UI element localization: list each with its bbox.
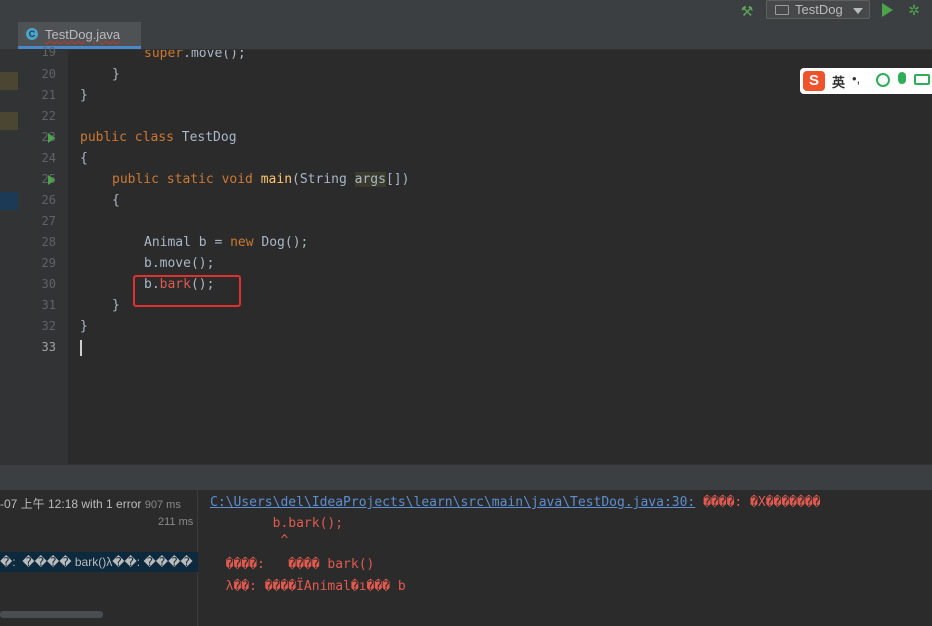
console-line: b.bark(); <box>210 516 344 531</box>
build-result-row[interactable]: -07 上午 12:18 with 1 error 907 ms <box>0 495 181 512</box>
change-marker <box>0 72 18 90</box>
line-number: 19 <box>41 45 56 59</box>
line-number-current: 33 <box>41 340 56 354</box>
line-number: 28 <box>41 235 56 249</box>
ime-language-toggle[interactable]: 英 <box>832 72 845 91</box>
change-marker <box>0 112 18 130</box>
project-tool-strip <box>0 50 18 464</box>
line-number: 22 <box>41 109 56 123</box>
run-configuration-dropdown[interactable]: TestDog <box>766 0 870 19</box>
chevron-down-icon <box>853 8 863 14</box>
run-configuration-label: TestDog <box>795 2 843 17</box>
tab-label: TestDog.java <box>45 27 121 42</box>
console-line: C:\Users\del\IdeaProjects\learn\src\main… <box>210 495 821 510</box>
keyboard-icon[interactable] <box>914 74 930 85</box>
code-line: super.move(); <box>144 50 246 61</box>
sogou-logo-icon[interactable]: S <box>803 71 825 91</box>
ime-punctuation-toggle[interactable]: •, <box>852 71 860 86</box>
application-config-icon <box>775 5 789 15</box>
debug-bug-icon[interactable]: ✲ <box>905 1 923 19</box>
build-console-output[interactable]: C:\Users\del\IdeaProjects\learn\src\main… <box>198 490 932 626</box>
selection-marker <box>0 192 18 210</box>
top-toolbar: ⚒ TestDog ✲ <box>0 0 932 22</box>
build-tool-window-header <box>0 464 932 491</box>
microphone-icon[interactable] <box>898 72 906 84</box>
input-method-toolbar[interactable]: S 英 •, <box>800 68 932 94</box>
line-number: 27 <box>41 214 56 228</box>
line-number: 31 <box>41 298 56 312</box>
line-number: 21 <box>41 88 56 102</box>
horizontal-scrollbar[interactable] <box>0 611 103 618</box>
run-gutter-icon[interactable] <box>48 133 55 143</box>
code-line: } <box>112 67 120 82</box>
emoji-icon[interactable] <box>876 73 890 87</box>
build-hammer-icon[interactable]: ⚒ <box>737 1 757 21</box>
line-number: 20 <box>41 67 56 81</box>
run-gutter-icon[interactable] <box>48 175 55 185</box>
text-caret <box>80 340 82 356</box>
code-editor[interactable]: super.move(); } } public class TestDog {… <box>68 50 932 464</box>
console-line: λ��: ����ΪAnimal�ı��� b <box>210 579 406 594</box>
editor-tab-bar: C TestDog.java <box>0 22 932 50</box>
run-icon[interactable] <box>882 3 893 17</box>
code-line: } <box>80 88 88 103</box>
line-number: 32 <box>41 319 56 333</box>
code-line: b.move(); <box>144 256 215 271</box>
console-line: ����: ���� bark() <box>210 557 375 572</box>
line-number-gutter: 19 20 21 22 23 24 25 26 27 28 29 30 31 3… <box>18 45 78 464</box>
line-number: 26 <box>41 193 56 207</box>
error-highlight-box <box>133 275 241 307</box>
code-line: { <box>112 193 120 208</box>
build-step-time: 211 ms <box>158 516 194 528</box>
java-class-icon: C <box>26 28 38 40</box>
code-line: public class TestDog <box>80 130 237 145</box>
code-line: public static void main(String args[]) <box>112 172 410 187</box>
build-error-row[interactable]: �: ���� bark()λ��: ���� <box>0 555 193 569</box>
line-number: 30 <box>41 277 56 291</box>
line-number: 29 <box>41 256 56 270</box>
code-line: } <box>80 319 88 334</box>
code-line: } <box>112 298 120 313</box>
console-line: ^ <box>210 533 289 548</box>
code-line: { <box>80 151 88 166</box>
line-number: 24 <box>41 151 56 165</box>
error-source-link[interactable]: C:\Users\del\IdeaProjects\learn\src\main… <box>210 495 695 510</box>
code-line: Animal b = new Dog(); <box>144 235 309 250</box>
